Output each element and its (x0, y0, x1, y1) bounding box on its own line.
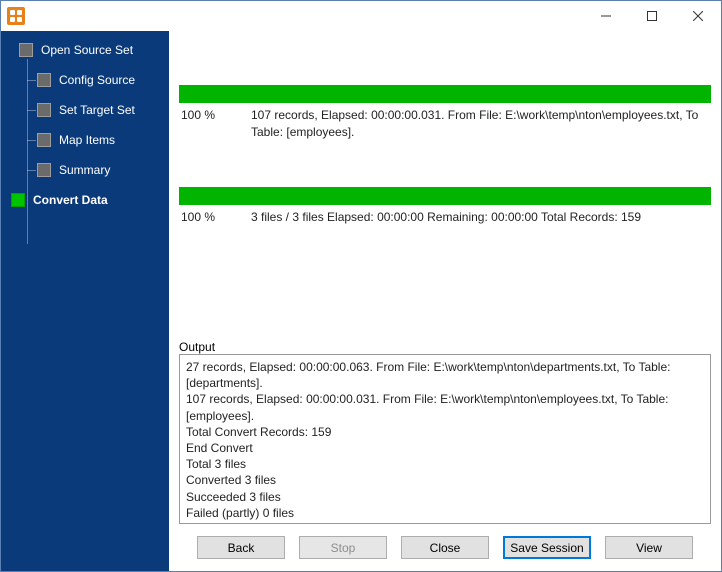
minimize-button[interactable] (583, 1, 629, 31)
file-progress-percent: 100 % (179, 107, 251, 141)
button-row: Back Stop Close Save Session View (179, 524, 711, 561)
nav-map-items[interactable]: Map Items (11, 131, 163, 149)
wizard-sidebar: Open Source Set Config Source Set Target… (1, 31, 169, 571)
nav-label: Set Target Set (59, 103, 135, 117)
file-progress-bar (179, 85, 711, 103)
output-log[interactable]: 27 records, Elapsed: 00:00:00.063. From … (179, 354, 711, 524)
nav-label: Summary (59, 163, 110, 177)
output-line: Total 3 files (186, 456, 704, 472)
overall-progress-details: 3 files / 3 files Elapsed: 00:00:00 Rema… (251, 209, 711, 226)
output-line: Succeeded 3 files (186, 489, 704, 505)
main-panel: 100 % 107 records, Elapsed: 00:00:00.031… (169, 31, 721, 571)
app-window: Open Source Set Config Source Set Target… (0, 0, 722, 572)
step-box-icon (19, 43, 33, 57)
stop-button[interactable]: Stop (299, 536, 387, 559)
file-progress-block: 100 % 107 records, Elapsed: 00:00:00.031… (179, 85, 711, 141)
step-box-icon (37, 163, 51, 177)
overall-progress-block: 100 % 3 files / 3 files Elapsed: 00:00:0… (179, 187, 711, 226)
nav-convert-data[interactable]: Convert Data (11, 191, 163, 209)
nav-label: Open Source Set (41, 43, 133, 57)
step-box-icon (37, 103, 51, 117)
nav-label: Config Source (59, 73, 135, 87)
output-line: Total Convert Records: 159 (186, 424, 704, 440)
app-icon (7, 7, 25, 25)
nav-config-source[interactable]: Config Source (11, 71, 163, 89)
close-wizard-button[interactable]: Close (401, 536, 489, 559)
step-box-icon (37, 133, 51, 147)
window-controls (583, 1, 721, 31)
output-line: 107 records, Elapsed: 00:00:00.031. From… (186, 391, 704, 423)
output-line: 27 records, Elapsed: 00:00:00.063. From … (186, 359, 704, 391)
output-line: Failed (partly) 0 files (186, 505, 704, 521)
titlebar (1, 1, 721, 31)
output-line: End Convert (186, 440, 704, 456)
file-progress-details: 107 records, Elapsed: 00:00:00.031. From… (251, 107, 711, 141)
overall-progress-bar (179, 187, 711, 205)
nav-summary[interactable]: Summary (11, 161, 163, 179)
maximize-button[interactable] (629, 1, 675, 31)
view-button[interactable]: View (605, 536, 693, 559)
step-box-icon (11, 193, 25, 207)
close-button[interactable] (675, 1, 721, 31)
nav-label: Map Items (59, 133, 115, 147)
nav-label: Convert Data (33, 193, 108, 207)
output-label: Output (179, 330, 711, 354)
body: Open Source Set Config Source Set Target… (1, 31, 721, 571)
save-session-button[interactable]: Save Session (503, 536, 591, 559)
nav-set-target-set[interactable]: Set Target Set (11, 101, 163, 119)
back-button[interactable]: Back (197, 536, 285, 559)
step-box-icon (37, 73, 51, 87)
output-line: Converted 3 files (186, 472, 704, 488)
overall-progress-percent: 100 % (179, 209, 251, 226)
nav-open-source-set[interactable]: Open Source Set (11, 41, 163, 59)
